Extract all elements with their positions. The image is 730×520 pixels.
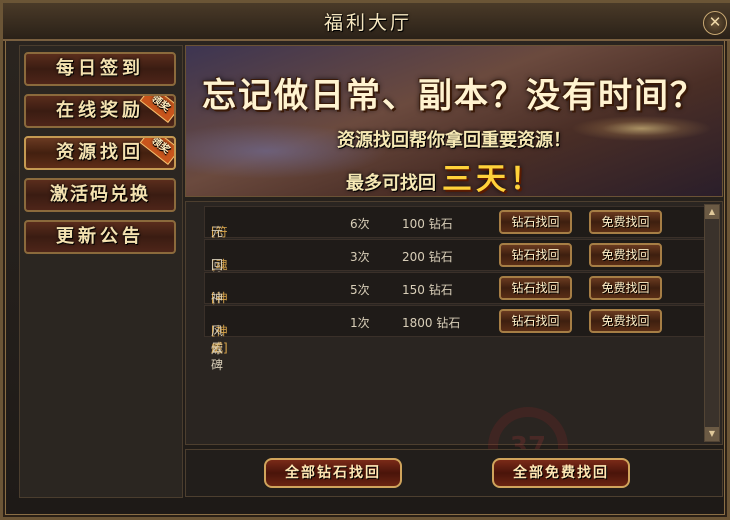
sidebar-item-label: 每日签到 [56,58,144,79]
all-diamond-recover-button[interactable]: 全部钻石找回 [264,458,402,488]
item-count: 1次 [350,316,370,330]
list-scrollbar[interactable]: ▲ ▼ [704,204,720,442]
free-recover-button[interactable]: 免费找回 [589,243,662,267]
reward-badge: 领奖 [139,96,174,123]
close-icon[interactable]: ✕ [703,11,727,35]
free-recover-button[interactable]: 免费找回 [589,210,662,234]
free-recover-button[interactable]: 免费找回 [589,309,662,333]
sidebar: 每日签到 在线奖励 领奖 资源找回 领奖 激活码兑换 更新公告 [19,45,183,498]
diamond-recover-button[interactable]: 钻石找回 [499,276,572,300]
item-cost: 100 钻石 [402,217,453,231]
item-count: 3次 [350,250,370,264]
reward-badge: 领奖 [139,138,174,165]
sidebar-item-label: 资源找回 [56,142,144,163]
list-item: [魂珠]回收任务 3次 200 钻石 钻石找回 免费找回 [204,239,706,323]
sidebar-item-daily-checkin[interactable]: 每日签到 [24,52,176,86]
all-free-recover-button[interactable]: 全部免费找回 [492,458,630,488]
sidebar-item-label: 在线奖励 [56,100,144,121]
promo-banner: 忘记做日常、副本？没有时间？ 资源找回帮你拿回重要资源！ 最多可找回 三天！ [185,45,723,197]
list-item: [神威]神威试炼 5次 150 钻石 钻石找回 免费找回 [204,272,706,356]
banner-headline: 忘记做日常、副本？没有时间？ [202,76,706,116]
sidebar-item-online-reward[interactable]: 在线奖励 领奖 [24,94,176,128]
item-cost: 150 钻石 [402,283,453,297]
title-bar: 福利大厅 ✕ [3,3,730,41]
sidebar-item-label: 更新公告 [56,226,144,247]
sidebar-item-resource-recovery[interactable]: 资源找回 领奖 [24,136,176,170]
item-count: 5次 [350,283,370,297]
item-count: 6次 [350,217,370,231]
item-name: 风云碑 [211,324,224,372]
item-cost: 1800 钻石 [402,316,461,330]
banner-days-highlight: 三天！ [442,162,544,197]
banner-days-line: 最多可找回 三天！ [346,154,544,197]
list-item: [神威] 风云碑 1次 1800 钻石 钻石找回 免费找回 [204,305,706,372]
free-recover-button[interactable]: 免费找回 [589,276,662,300]
banner-days-prefix: 最多可找回 [346,173,436,194]
diamond-recover-button[interactable]: 钻石找回 [499,309,572,333]
sidebar-item-update-notice[interactable]: 更新公告 [24,220,176,254]
welfare-hall-window: 福利大厅 ✕ 每日签到 在线奖励 领奖 资源找回 领奖 激活码兑换 更新公告 忘… [0,0,730,520]
recovery-list: 37 [符文]元宝符文 6次 100 钻石 钻石找回 免费找回 [魂珠]回收任务… [185,201,723,487]
diamond-recover-button[interactable]: 钻石找回 [499,210,572,234]
bottom-action-bar: 全部钻石找回 全部免费找回 [185,449,723,497]
diamond-recover-button[interactable]: 钻石找回 [499,243,572,267]
list-item: [符文]元宝符文 6次 100 钻石 钻石找回 免费找回 [204,206,706,290]
sidebar-item-activation-code[interactable]: 激活码兑换 [24,178,176,212]
sidebar-item-label: 激活码兑换 [50,184,150,205]
item-cost: 200 钻石 [402,250,453,264]
banner-subline: 资源找回帮你拿回重要资源！ [337,130,571,151]
scroll-down-icon[interactable]: ▼ [705,427,719,441]
window-title: 福利大厅 [323,12,412,34]
scroll-up-icon[interactable]: ▲ [705,205,719,219]
